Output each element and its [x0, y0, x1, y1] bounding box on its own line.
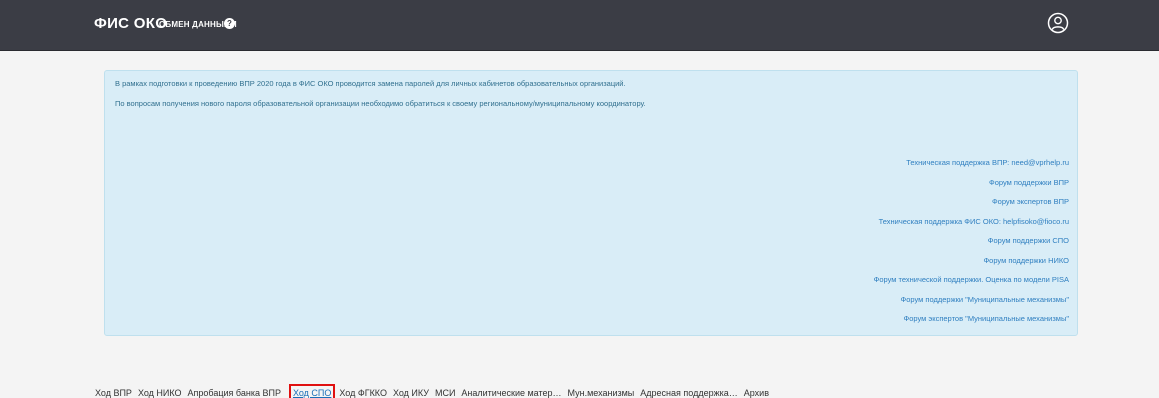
support-link-vpr-forum[interactable]: Форум поддержки ВПР — [874, 173, 1069, 193]
notice-line-2: По вопросам получения нового пароля обра… — [115, 99, 646, 108]
user-circle-icon[interactable] — [1047, 12, 1069, 34]
tab-hod-spo[interactable]: Ход СПО — [288, 383, 336, 398]
support-links: Техническая поддержка ВПР: need@vprhelp.… — [874, 153, 1069, 329]
tab-aprobaciya-banka-vpr[interactable]: Апробация банка ВПР — [188, 388, 281, 398]
support-link-vpr-email[interactable]: Техническая поддержка ВПР: need@vprhelp.… — [874, 153, 1069, 173]
tab-hod-vpr[interactable]: Ход ВПР — [95, 388, 132, 398]
tab-arhiv[interactable]: Архив — [744, 388, 769, 398]
question-circle-icon[interactable]: ? — [224, 18, 235, 29]
support-link-mun-experts[interactable]: Форум экспертов "Муниципальные механизмы… — [874, 309, 1069, 329]
tab-bar: Ход ВПР Ход НИКО Апробация банка ВПР Ход… — [95, 383, 775, 398]
brand-logo[interactable]: ФИС ОКО — [94, 15, 167, 32]
support-link-vpr-experts[interactable]: Форум экспертов ВПР — [874, 192, 1069, 212]
tab-hod-niko[interactable]: Ход НИКО — [138, 388, 182, 398]
notice-line-1: В рамках подготовки к проведению ВПР 202… — [115, 79, 626, 88]
support-link-niko-forum[interactable]: Форум поддержки НИКО — [874, 251, 1069, 271]
tab-hod-fgkko[interactable]: Ход ФГККО — [339, 388, 387, 398]
tab-mun-mehanizmy[interactable]: Мун.механизмы — [568, 388, 635, 398]
support-link-fisoko-email[interactable]: Техническая поддержка ФИС ОКО: helpfisok… — [874, 212, 1069, 232]
tab-adresnaya-podderzhka[interactable]: Адресная поддержка… — [640, 388, 737, 398]
top-navbar: ФИС ОКО ОБМЕН ДАННЫМИ ? — [0, 0, 1159, 51]
support-link-pisa-forum[interactable]: Форум технической поддержки. Оценка по м… — [874, 270, 1069, 290]
support-link-spo-forum[interactable]: Форум поддержки СПО — [874, 231, 1069, 251]
tab-msi[interactable]: МСИ — [435, 388, 455, 398]
tab-hod-iku[interactable]: Ход ИКУ — [393, 388, 429, 398]
support-link-mun-forum[interactable]: Форум поддержки "Муниципальные механизмы… — [874, 290, 1069, 310]
tab-analiticheskie[interactable]: Аналитические матер… — [461, 388, 561, 398]
